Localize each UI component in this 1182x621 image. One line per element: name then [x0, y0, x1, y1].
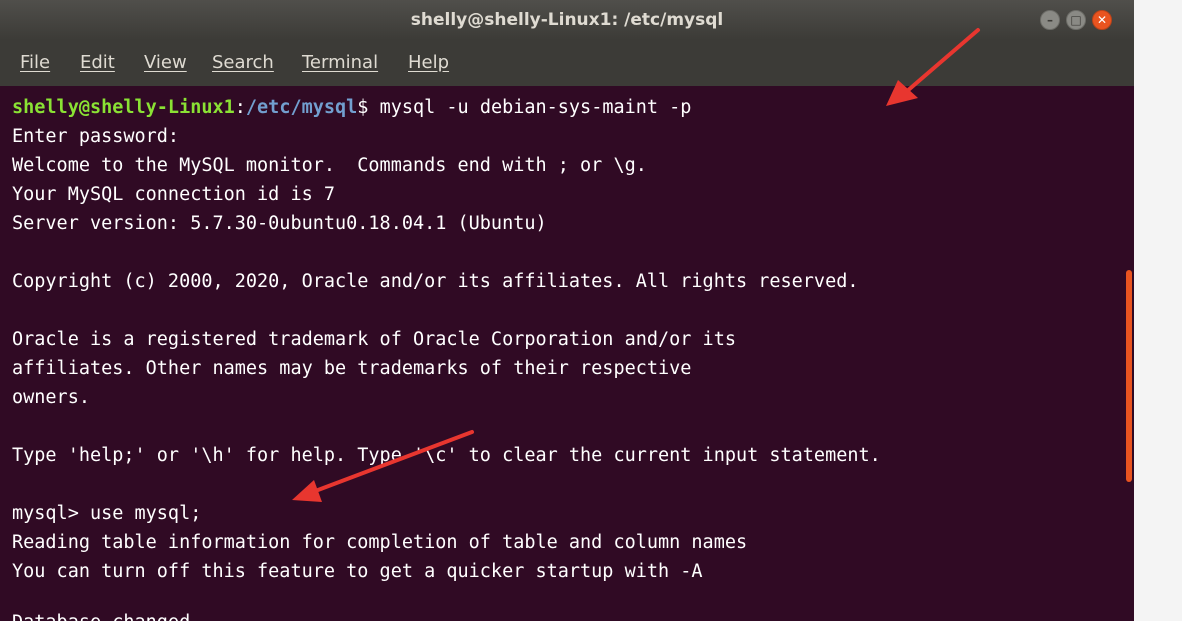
output-line: You can turn off this feature to get a q… — [12, 561, 703, 582]
output-line: Server version: 5.7.30-0ubuntu0.18.04.1 … — [12, 213, 547, 234]
prompt-user-host: shelly@shelly-Linux1 — [12, 97, 235, 118]
output-line: Your MySQL connection id is 7 — [12, 184, 336, 205]
window-title: shelly@shelly-Linux1: /etc/mysql — [410, 10, 724, 30]
scrollbar[interactable] — [1126, 270, 1132, 482]
output-line: Copyright (c) 2000, 2020, Oracle and/or … — [12, 271, 859, 292]
mysql-command-line: mysql> use mysql; — [12, 503, 202, 524]
output-line: Reading table information for completion… — [12, 532, 748, 553]
prompt-symbol: $ — [357, 97, 369, 118]
close-icon[interactable]: ✕ — [1092, 10, 1112, 30]
output-line: affiliates. Other names may be trademark… — [12, 358, 692, 379]
output-line: Type 'help;' or '\h' for help. Type '\c'… — [12, 445, 881, 466]
minimize-icon[interactable]: – — [1040, 10, 1060, 30]
menu-help[interactable]: Help — [408, 40, 449, 86]
prompt-line: shelly@shelly-Linux1:/etc/mysql$ mysql -… — [12, 93, 691, 122]
terminal-output[interactable]: shelly@shelly-Linux1:/etc/mysql$ mysql -… — [0, 86, 1134, 621]
output-line: Enter password: — [12, 126, 180, 147]
menu-file[interactable]: File — [20, 40, 50, 86]
prompt-command: mysql -u debian-sys-maint -p — [368, 97, 692, 118]
prompt-separator: : — [234, 97, 246, 118]
title-bar[interactable]: shelly@shelly-Linux1: /etc/mysql – □ ✕ — [0, 0, 1134, 40]
menu-bar: File Edit View Search Terminal Help — [0, 40, 1134, 86]
prompt-path: /etc/mysql — [245, 97, 358, 118]
menu-terminal[interactable]: Terminal — [302, 40, 378, 86]
output-line: owners. — [12, 387, 90, 408]
menu-view[interactable]: View — [144, 40, 187, 86]
output-line: Database changed — [12, 608, 190, 621]
maximize-icon[interactable]: □ — [1066, 10, 1086, 30]
output-line: Welcome to the MySQL monitor. Commands e… — [12, 155, 647, 176]
output-line: Oracle is a registered trademark of Orac… — [12, 329, 736, 350]
menu-search[interactable]: Search — [212, 40, 274, 86]
terminal-window: shelly@shelly-Linux1: /etc/mysql – □ ✕ F… — [0, 0, 1134, 621]
menu-edit[interactable]: Edit — [80, 40, 115, 86]
